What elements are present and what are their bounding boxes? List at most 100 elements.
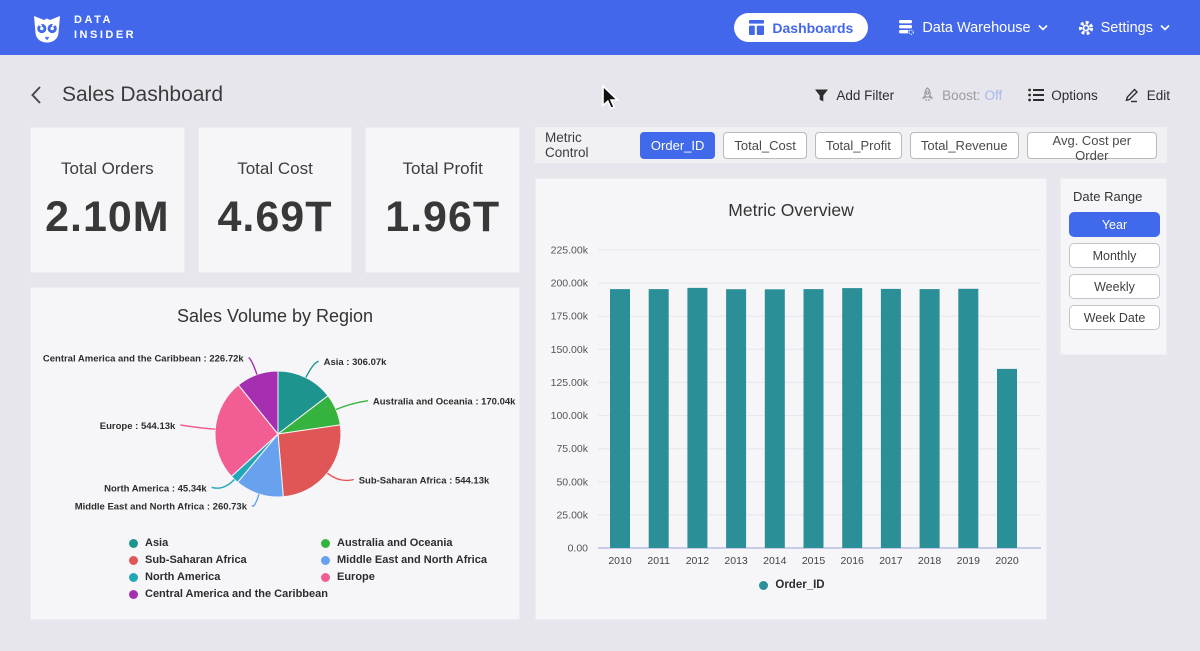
bar-legend-item[interactable]: Order_ID bbox=[759, 579, 824, 591]
y-axis-tick-label: 0.00 bbox=[568, 543, 589, 555]
pie-legend-item[interactable]: Asia bbox=[129, 537, 321, 549]
data-warehouse-menu[interactable]: Data Warehouse bbox=[898, 19, 1047, 36]
legend-label: Asia bbox=[145, 537, 168, 549]
legend-dot-icon bbox=[129, 573, 138, 582]
options-button[interactable]: Options bbox=[1028, 88, 1098, 103]
pie-legend-item[interactable]: Central America and the Caribbean bbox=[129, 588, 321, 600]
metric-option-order-id[interactable]: Order_ID bbox=[640, 132, 715, 159]
legend-dot-icon bbox=[321, 573, 330, 582]
x-axis-tick-label: 2018 bbox=[918, 555, 942, 567]
header-actions: Add Filter Boost: Off Options Ed bbox=[814, 87, 1170, 103]
legend-dot-icon bbox=[321, 539, 330, 548]
bar-2012 bbox=[687, 288, 707, 548]
bar-2013 bbox=[726, 289, 746, 548]
edit-button[interactable]: Edit bbox=[1124, 87, 1170, 103]
add-filter-button[interactable]: Add Filter bbox=[814, 88, 894, 103]
x-axis-tick-label: 2017 bbox=[879, 555, 903, 567]
x-axis-tick-label: 2012 bbox=[686, 555, 710, 567]
bar-2010 bbox=[610, 289, 630, 548]
pie-legend-item[interactable]: Australia and Oceania bbox=[321, 537, 487, 549]
date-range-option-week-date[interactable]: Week Date bbox=[1069, 305, 1160, 330]
legend-dot-icon bbox=[129, 556, 138, 565]
pie-slice-label: Middle East and North Africa : 260.73k bbox=[75, 501, 248, 512]
pie-leader-line bbox=[180, 425, 215, 429]
brand-name: DATA INSIDER bbox=[74, 13, 136, 43]
legend-dot-icon bbox=[321, 556, 330, 565]
chevron-down-icon bbox=[1160, 24, 1170, 31]
y-axis-tick-label: 75.00k bbox=[556, 443, 588, 455]
kpi-label: Total Orders bbox=[61, 159, 154, 179]
pie-slice-label: Europe : 544.13k bbox=[100, 421, 176, 432]
y-axis-tick-label: 200.00k bbox=[551, 278, 589, 290]
bar-chart-title: Metric Overview bbox=[536, 200, 1046, 221]
bar-2014 bbox=[765, 289, 785, 548]
x-axis-tick-label: 2015 bbox=[802, 555, 826, 567]
x-axis-tick-label: 2020 bbox=[995, 555, 1019, 567]
settings-menu[interactable]: Settings bbox=[1078, 20, 1170, 36]
kpi-label: Total Cost bbox=[237, 159, 313, 179]
gear-icon bbox=[1078, 20, 1094, 36]
legend-label: Europe bbox=[337, 571, 375, 583]
edit-pencil-icon bbox=[1124, 87, 1140, 103]
bar-2019 bbox=[958, 289, 978, 548]
legend-label: Central America and the Caribbean bbox=[145, 588, 328, 600]
pie-legend-item[interactable]: Sub-Saharan Africa bbox=[129, 554, 321, 566]
pie-slice-label: Central America and the Caribbean : 226.… bbox=[43, 354, 245, 365]
legend-dot-icon bbox=[129, 590, 138, 599]
x-axis-tick-label: 2014 bbox=[763, 555, 787, 567]
y-axis-tick-label: 100.00k bbox=[551, 410, 589, 422]
app: { "brand": { "line1": "DATA", "line2": "… bbox=[0, 0, 1200, 651]
back-button[interactable] bbox=[30, 85, 42, 105]
date-range-option-monthly[interactable]: Monthly bbox=[1069, 243, 1160, 268]
kpi-card-total-profit: Total Profit 1.96T bbox=[365, 127, 520, 273]
metric-option-total-revenue[interactable]: Total_Revenue bbox=[910, 132, 1019, 159]
bar-chart-legend: Order_ID bbox=[536, 579, 1048, 591]
page-title: Sales Dashboard bbox=[62, 83, 223, 107]
pie-leader-line bbox=[336, 401, 368, 410]
chevron-down-icon bbox=[1038, 24, 1048, 31]
pie-slice-label: Asia : 306.07k bbox=[324, 357, 388, 368]
legend-label: Sub-Saharan Africa bbox=[145, 554, 247, 566]
brand-logo[interactable]: DATA INSIDER bbox=[30, 11, 136, 45]
y-axis-tick-label: 25.00k bbox=[556, 509, 588, 521]
legend-label: Middle East and North Africa bbox=[337, 554, 487, 566]
pie-leader-line bbox=[249, 358, 257, 375]
date-range-panel: Date Range Year Monthly Weekly Week Date bbox=[1060, 178, 1167, 355]
nav-actions: Dashboards Data Warehouse Settings bbox=[734, 13, 1170, 42]
pie-leader-line bbox=[327, 473, 353, 480]
pie-legend-item[interactable]: North America bbox=[129, 571, 321, 583]
boost-label: Boost: bbox=[942, 88, 980, 103]
metric-option-total-profit[interactable]: Total_Profit bbox=[815, 132, 902, 159]
pie-leader-line bbox=[252, 494, 259, 506]
kpi-label: Total Profit bbox=[403, 159, 483, 179]
date-range-label: Date Range bbox=[1073, 189, 1158, 204]
boost-toggle[interactable]: Boost: Off bbox=[920, 87, 1002, 103]
legend-dot-icon bbox=[759, 581, 768, 590]
x-axis-tick-label: 2011 bbox=[647, 555, 670, 567]
pie-chart-title: Sales Volume by Region bbox=[31, 306, 519, 327]
legend-label: Order_ID bbox=[775, 579, 824, 591]
pie-legend-item[interactable]: Europe bbox=[321, 571, 487, 583]
x-axis-tick-label: 2019 bbox=[957, 555, 981, 567]
bar-2017 bbox=[881, 289, 901, 548]
date-range-option-year[interactable]: Year bbox=[1069, 212, 1160, 237]
options-list-icon bbox=[1028, 88, 1044, 102]
top-nav-bar: DATA INSIDER Dashboards Data Warehouse bbox=[0, 0, 1200, 55]
kpi-value: 2.10M bbox=[45, 193, 170, 242]
page-header: Sales Dashboard Add Filter Boost: Off Op… bbox=[30, 75, 1170, 115]
kpi-value: 1.96T bbox=[385, 193, 500, 242]
metric-option-total-cost[interactable]: Total_Cost bbox=[723, 132, 806, 159]
dashboard-grid-icon bbox=[749, 20, 764, 35]
y-axis-tick-label: 225.00k bbox=[551, 245, 589, 257]
pie-legend-item[interactable]: Middle East and North Africa bbox=[321, 554, 487, 566]
bar-2011 bbox=[649, 289, 669, 548]
date-range-buttons: Year Monthly Weekly Week Date bbox=[1069, 212, 1158, 330]
metric-control-bar: Metric Control Order_IDTotal_CostTotal_P… bbox=[535, 127, 1167, 163]
x-axis-tick-label: 2013 bbox=[724, 555, 748, 567]
dashboards-button[interactable]: Dashboards bbox=[734, 13, 868, 42]
bar-2016 bbox=[842, 288, 862, 548]
legend-label: North America bbox=[145, 571, 220, 583]
metric-option-avg-cost-per-order[interactable]: Avg. Cost per Order bbox=[1027, 132, 1157, 159]
pie-slice-label: Australia and Oceania : 170.04k bbox=[373, 397, 516, 408]
date-range-option-weekly[interactable]: Weekly bbox=[1069, 274, 1160, 299]
